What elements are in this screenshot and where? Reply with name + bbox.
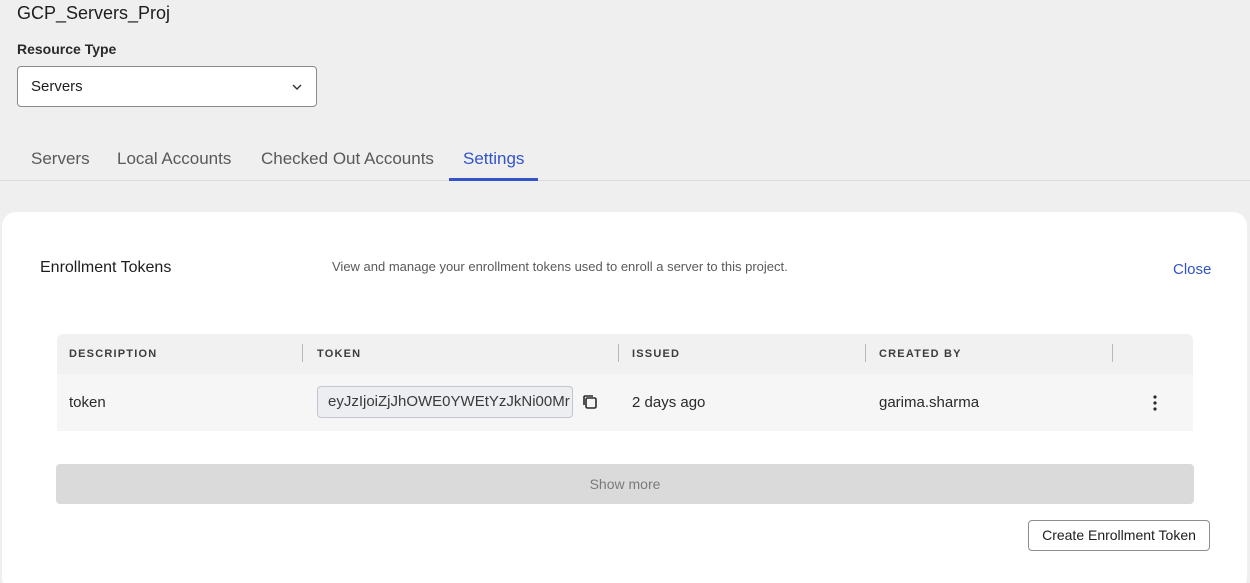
- tab-bar: Servers Local Accounts Checked Out Accou…: [0, 137, 1250, 181]
- column-header-created-by: CREATED BY: [879, 348, 962, 360]
- tab-settings[interactable]: Settings: [449, 137, 539, 181]
- chevron-down-icon: [292, 84, 302, 90]
- column-header-token: TOKEN: [317, 348, 362, 360]
- column-divider: [1112, 344, 1113, 362]
- create-enrollment-token-button[interactable]: Create Enrollment Token: [1028, 520, 1210, 551]
- tab-servers[interactable]: Servers: [17, 137, 104, 180]
- show-more-button[interactable]: Show more: [56, 464, 1194, 504]
- enrollment-tokens-description: View and manage your enrollment tokens u…: [332, 259, 788, 274]
- column-divider: [618, 344, 619, 362]
- enrollment-tokens-table: DESCRIPTION TOKEN ISSUED CREATED BY toke…: [57, 334, 1193, 431]
- row-description: token: [69, 394, 106, 411]
- resource-type-value: Servers: [31, 78, 83, 95]
- tab-local-accounts[interactable]: Local Accounts: [103, 137, 245, 180]
- row-issued: 2 days ago: [632, 394, 706, 411]
- close-link[interactable]: Close: [1173, 261, 1211, 278]
- resource-type-select[interactable]: Servers: [17, 66, 317, 107]
- page: GCP_Servers_Proj Resource Type Servers S…: [0, 0, 1250, 583]
- token-field[interactable]: eyJzIjoiZjJhOWE0YWEtYzJkNi00Mr: [317, 386, 573, 418]
- column-header-description: DESCRIPTION: [69, 348, 158, 360]
- column-divider: [865, 344, 866, 362]
- copy-icon[interactable]: [581, 393, 599, 411]
- table-row: token eyJzIjoiZjJhOWE0YWEtYzJkNi00Mr 2 d…: [57, 374, 1193, 431]
- resource-type-label: Resource Type: [17, 41, 117, 57]
- more-options-icon[interactable]: [1148, 393, 1162, 413]
- column-header-issued: ISSUED: [632, 348, 681, 360]
- enrollment-tokens-card: Enrollment Tokens View and manage your e…: [2, 212, 1247, 583]
- row-created-by: garima.sharma: [879, 394, 980, 411]
- column-divider: [302, 344, 303, 362]
- enrollment-tokens-title: Enrollment Tokens: [40, 259, 172, 276]
- project-title: GCP_Servers_Proj: [17, 3, 171, 23]
- table-header: DESCRIPTION TOKEN ISSUED CREATED BY: [57, 334, 1193, 374]
- tab-checked-out-accounts[interactable]: Checked Out Accounts: [247, 137, 448, 180]
